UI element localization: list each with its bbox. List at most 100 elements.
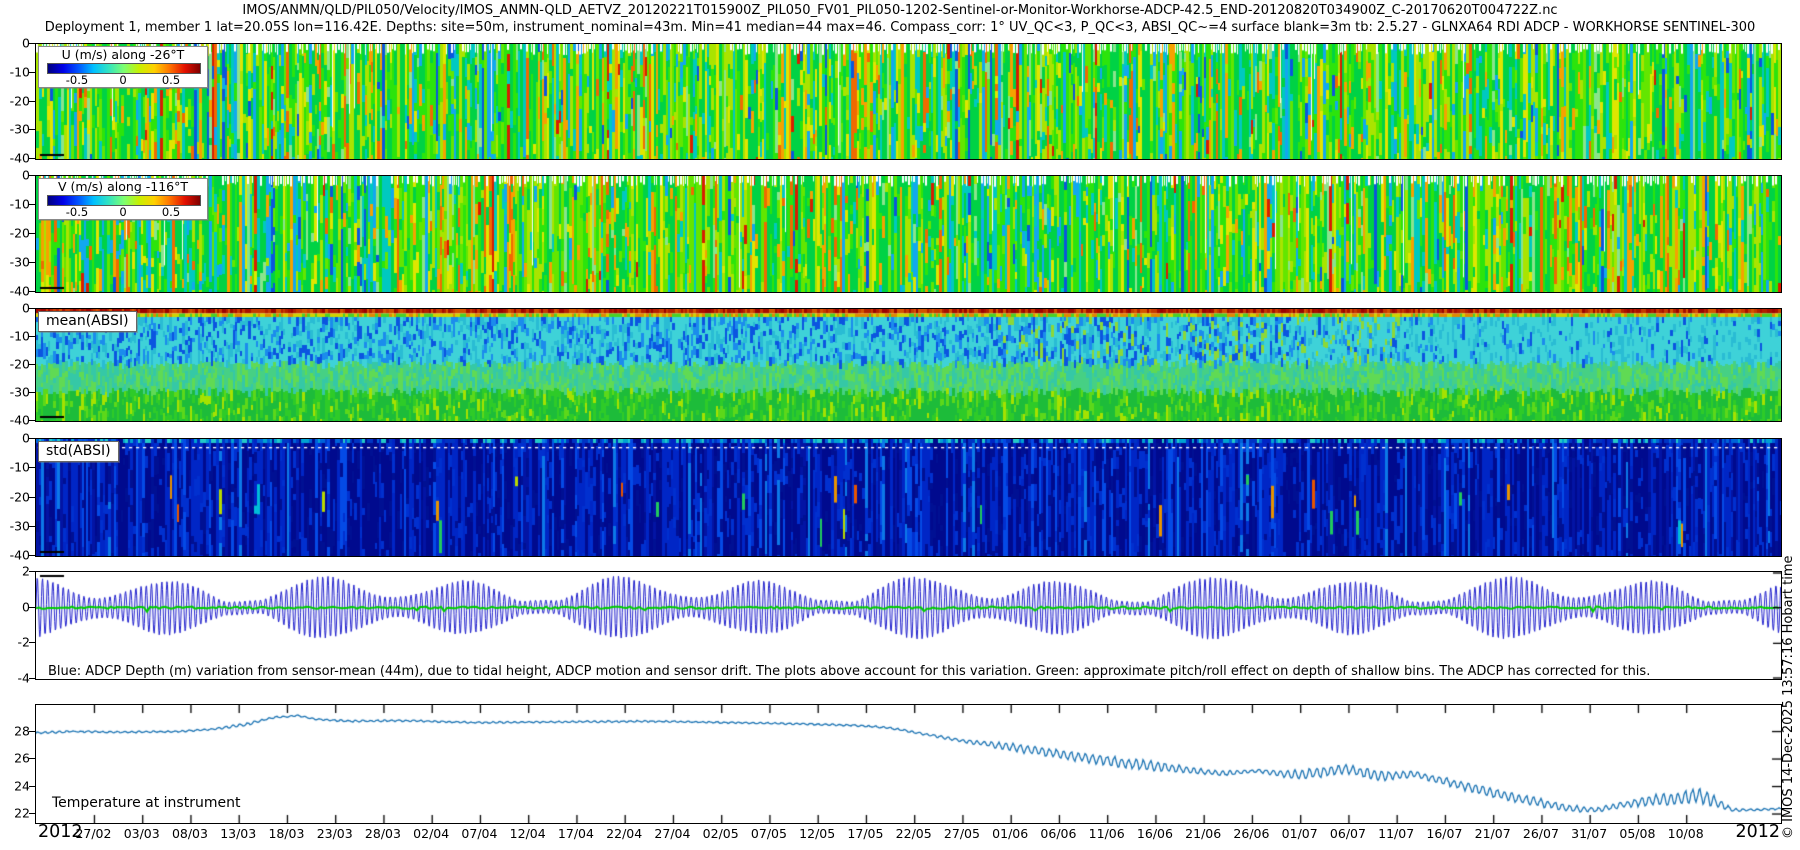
x-tick-label-date: 03/03 <box>124 826 160 841</box>
y-tick-label: 22 <box>0 806 30 821</box>
y-tick-label: -10 <box>0 460 30 475</box>
x-tick-label-date: 22/04 <box>606 826 642 841</box>
y-tick-mark <box>29 438 35 439</box>
u-velocity-heatmap <box>36 44 1781 159</box>
y-tick-mark <box>29 758 35 759</box>
x-tick-label-date: 13/03 <box>220 826 256 841</box>
depth-variation-panel: Blue: ADCP Depth (m) variation from sens… <box>35 571 1782 680</box>
u-colorbar-tick-zero: 0 <box>119 73 126 87</box>
u-legend-title: U (m/s) along -26°T <box>39 47 207 62</box>
y-tick-label: 0 <box>0 36 30 51</box>
depth-variation-annotation: Blue: ADCP Depth (m) variation from sens… <box>46 664 1652 679</box>
x-tick-label-date: 02/04 <box>413 826 449 841</box>
y-tick-label: -40 <box>0 413 30 428</box>
y-tick-mark <box>29 526 35 527</box>
y-tick-mark <box>29 175 35 176</box>
y-tick-mark <box>29 571 35 572</box>
y-tick-mark <box>29 72 35 73</box>
y-tick-mark <box>29 555 35 556</box>
y-tick-mark <box>29 336 35 337</box>
depth-variation-plot <box>36 572 1781 679</box>
y-tick-mark <box>29 291 35 292</box>
x-axis-year-right: 2012 <box>1735 822 1780 842</box>
x-tick-label-date: 23/03 <box>317 826 353 841</box>
y-tick-mark <box>29 308 35 309</box>
y-tick-mark <box>29 233 35 234</box>
x-tick-label-date: 26/06 <box>1233 826 1269 841</box>
x-tick-label-date: 26/07 <box>1523 826 1559 841</box>
v-velocity-heatmap <box>36 176 1781 292</box>
x-tick-label-date: 10/08 <box>1668 826 1704 841</box>
x-tick-label-date: 21/07 <box>1475 826 1511 841</box>
x-axis-year-left: 2012 <box>38 822 83 842</box>
y-tick-mark <box>29 467 35 468</box>
y-tick-mark <box>29 420 35 421</box>
y-tick-label: -20 <box>0 489 30 504</box>
y-tick-label: -30 <box>0 518 30 533</box>
y-tick-mark <box>29 786 35 787</box>
u-colorbar-tick-pos: 0.5 <box>162 73 180 87</box>
y-tick-label: -30 <box>0 255 30 270</box>
x-tick-label-date: 05/08 <box>1619 826 1655 841</box>
y-tick-label: -40 <box>0 548 30 563</box>
y-tick-mark <box>29 392 35 393</box>
v-legend-title: V (m/s) along -116°T <box>39 179 207 194</box>
x-tick-label-date: 01/06 <box>992 826 1028 841</box>
y-tick-mark <box>29 497 35 498</box>
y-tick-label: -30 <box>0 122 30 137</box>
u-colorbar-legend: U (m/s) along -26°T -0.5 0 0.5 <box>38 46 208 88</box>
x-tick-label-date: 16/07 <box>1426 826 1462 841</box>
x-tick-label-date: 07/04 <box>461 826 497 841</box>
x-tick-label-date: 18/03 <box>268 826 304 841</box>
x-tick-label-date: 11/06 <box>1089 826 1125 841</box>
y-tick-label: -2 <box>0 635 30 650</box>
x-tick-label-date: 12/04 <box>510 826 546 841</box>
y-tick-label: -30 <box>0 385 30 400</box>
u-velocity-panel: U (m/s) along -26°T -0.5 0 0.5 <box>35 43 1782 160</box>
std-absi-label: std(ABSI) <box>38 441 119 462</box>
mean-absi-heatmap <box>36 309 1781 421</box>
x-tick-label-date: 06/06 <box>1040 826 1076 841</box>
y-tick-label: 26 <box>0 751 30 766</box>
x-tick-label-date: 27/04 <box>654 826 690 841</box>
y-tick-mark <box>29 731 35 732</box>
x-tick-label-date: 11/07 <box>1378 826 1414 841</box>
y-tick-label: -10 <box>0 197 30 212</box>
x-tick-label-date: 08/03 <box>172 826 208 841</box>
y-tick-mark <box>29 158 35 159</box>
y-tick-label: 0 <box>0 431 30 446</box>
y-tick-label: -4 <box>0 671 30 686</box>
x-tick-label-date: 22/05 <box>896 826 932 841</box>
y-tick-label: 0 <box>0 599 30 614</box>
mean-absi-panel: mean(ABSI) <box>35 308 1782 422</box>
y-tick-mark <box>29 678 35 679</box>
temperature-panel: Temperature at instrument <box>35 704 1782 824</box>
x-tick-label-date: 06/07 <box>1330 826 1366 841</box>
y-tick-label: -10 <box>0 64 30 79</box>
y-tick-label: 2 <box>0 564 30 579</box>
y-tick-label: -20 <box>0 226 30 241</box>
std-absi-heatmap <box>36 439 1781 556</box>
figure-subtitle: Deployment 1, member 1 lat=20.05S lon=11… <box>0 20 1800 35</box>
y-tick-label: 0 <box>0 168 30 183</box>
v-colorbar-tick-neg: -0.5 <box>66 205 88 219</box>
temperature-label: Temperature at instrument <box>52 795 240 811</box>
y-tick-label: -40 <box>0 284 30 299</box>
x-tick-label-date: 16/06 <box>1137 826 1173 841</box>
x-tick-label-date: 27/05 <box>944 826 980 841</box>
v-colorbar-legend: V (m/s) along -116°T -0.5 0 0.5 <box>38 178 208 220</box>
y-tick-mark <box>29 204 35 205</box>
y-tick-mark <box>29 607 35 608</box>
x-tick-label-date: 02/05 <box>703 826 739 841</box>
x-tick-label-date: 28/03 <box>365 826 401 841</box>
temperature-plot <box>36 705 1781 823</box>
y-tick-label: 28 <box>0 723 30 738</box>
mean-absi-label: mean(ABSI) <box>38 311 137 332</box>
x-tick-label-date: 21/06 <box>1185 826 1221 841</box>
y-tick-mark <box>29 813 35 814</box>
x-tick-label-date: 17/05 <box>847 826 883 841</box>
y-tick-mark <box>29 364 35 365</box>
y-tick-label: 0 <box>0 301 30 316</box>
y-tick-mark <box>29 129 35 130</box>
y-tick-mark <box>29 101 35 102</box>
